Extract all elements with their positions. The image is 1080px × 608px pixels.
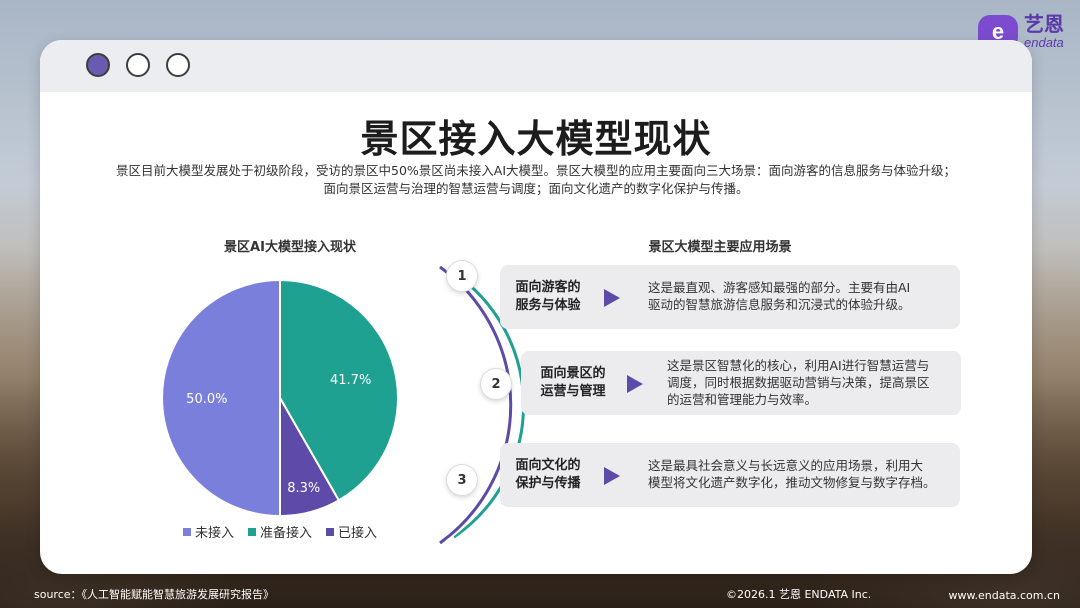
legend-item: 未接入 xyxy=(182,522,234,541)
play-arrow-icon xyxy=(604,467,620,485)
window-dot-filled xyxy=(86,53,110,77)
scenario-label: 面向景区的 运营与管理 xyxy=(533,365,613,401)
scenario-text-line: 这是景区智慧化的核心，利用AI进行智慧运营与 xyxy=(667,358,930,373)
brand-name-cn: 艺恩 xyxy=(1024,12,1064,36)
description-line-2: 面向景区运营与治理的智慧运营与调度；面向文化遗产的数字化保护与传播。 xyxy=(323,181,749,196)
scenario-number-badge: 1 xyxy=(446,260,478,292)
scenario-description: 这是最具社会意义与长远意义的应用场景，利用大 模型将文化遗产数字化，推动文物修复… xyxy=(648,457,936,491)
scenario-description: 这是最直观、游客感知最强的部分。主要有由AI 驱动的智慧旅游信息服务和沉浸式的体… xyxy=(648,279,911,313)
footer-copyright: ©2026.1 艺恩 ENDATA Inc. xyxy=(726,588,872,601)
chart-legend: 未接入 准备接入 已接入 xyxy=(160,522,400,541)
play-arrow-icon xyxy=(604,289,620,307)
pie-data-label: 50.0% xyxy=(186,392,227,407)
scenario-card-2: 面向景区的 运营与管理 这是景区智慧化的核心，利用AI进行智慧运营与 调度，同时… xyxy=(521,351,961,415)
legend-label: 未接入 xyxy=(194,526,234,541)
pie-chart: 41.7% 8.3% 50.0% xyxy=(161,278,399,518)
scenarios-title: 景区大模型主要应用场景 xyxy=(648,240,792,255)
scenario-label-line: 面向景区的 xyxy=(540,366,606,381)
scenario-label-line: 运营与管理 xyxy=(540,384,606,399)
scenario-text-line: 这是最直观、游客感知最强的部分。主要有由AI xyxy=(648,280,911,295)
legend-label: 准备接入 xyxy=(259,526,312,541)
scenario-text-line: 调度，同时根据数据驱动营销与决策，提高景区 xyxy=(667,375,930,390)
scenario-number-badge: 2 xyxy=(480,368,512,400)
scenario-text-line: 的运营和管理能力与效率。 xyxy=(667,392,818,407)
chart-title: 景区AI大模型接入现状 xyxy=(224,240,356,255)
scenario-label: 面向游客的 服务与体验 xyxy=(508,279,588,315)
legend-swatch xyxy=(247,527,256,536)
scenario-number-badge: 3 xyxy=(446,464,478,496)
play-arrow-icon xyxy=(627,375,643,393)
scenario-label-line: 保护与传播 xyxy=(515,476,581,491)
legend-swatch xyxy=(326,527,334,536)
legend-label: 已接入 xyxy=(338,526,378,541)
scenario-text-line: 模型将文化遗产数字化，推动文物修复与数字存档。 xyxy=(648,475,936,490)
pie-data-label: 41.7% xyxy=(330,373,371,388)
scenario-description: 这是景区智慧化的核心，利用AI进行智慧运营与 调度，同时根据数据驱动营销与决策，… xyxy=(667,357,930,408)
scenario-text-line: 驱动的智慧旅游信息服务和沉浸式的体验升级。 xyxy=(648,297,911,312)
scenario-label-line: 服务与体验 xyxy=(515,298,581,313)
legend-item: 准备接入 xyxy=(247,522,312,541)
scenario-card-1: 面向游客的 服务与体验 这是最直观、游客感知最强的部分。主要有由AI 驱动的智慧… xyxy=(500,265,960,329)
pie-data-label: 8.3% xyxy=(287,481,320,496)
page-description: 景区目前大模型发展处于初级阶段，受访的景区中50%景区尚未接入AI大模型。景区大… xyxy=(100,162,972,198)
slide-card: 景区接入大模型现状 景区目前大模型发展处于初级阶段，受访的景区中50%景区尚未接… xyxy=(40,40,1032,574)
card-title-bar xyxy=(40,40,1032,92)
legend-item: 已接入 xyxy=(326,522,377,541)
page-title: 景区接入大模型现状 xyxy=(360,117,712,161)
scenario-label-line: 面向文化的 xyxy=(515,458,581,473)
footer-source: source：《人工智能赋能智慧旅游发展研究报告》 xyxy=(34,588,275,601)
scenario-card-3: 面向文化的 保护与传播 这是最具社会意义与长远意义的应用场景，利用大 模型将文化… xyxy=(500,443,960,507)
scenario-label-line: 面向游客的 xyxy=(515,280,581,295)
description-line-1: 景区目前大模型发展处于初级阶段，受访的景区中50%景区尚未接入AI大模型。景区大… xyxy=(115,163,957,178)
window-dot-empty xyxy=(166,53,190,77)
window-dot-empty xyxy=(126,53,150,77)
scenario-label: 面向文化的 保护与传播 xyxy=(508,457,588,493)
legend-swatch xyxy=(182,527,191,536)
scenario-text-line: 这是最具社会意义与长远意义的应用场景，利用大 xyxy=(648,458,924,473)
footer-website-link[interactable]: www.endata.com.cn xyxy=(949,589,1061,602)
